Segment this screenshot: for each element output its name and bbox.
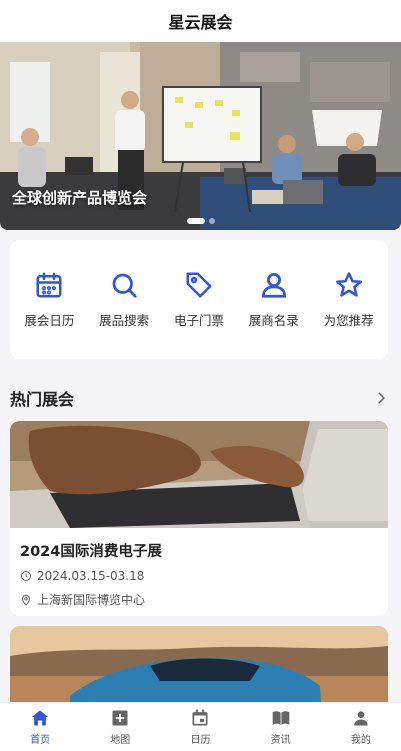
quick-item-recommend[interactable]: 为您推荐 bbox=[312, 270, 386, 329]
hot-exhibitions-header: 热门展会 bbox=[10, 384, 388, 412]
carousel-indicator bbox=[0, 218, 401, 224]
quick-item-label: 电子门票 bbox=[173, 313, 224, 328]
quick-item-search[interactable]: 展品搜索 bbox=[87, 270, 161, 329]
bottom-tab-bar: 首页 地图 日历 资讯 我的 bbox=[0, 702, 401, 751]
book-icon bbox=[272, 711, 289, 725]
exhibition-date-row: 2024.03.15-03.18 bbox=[20, 569, 378, 583]
tab-label: 资讯 bbox=[270, 735, 291, 746]
clock-icon bbox=[21, 571, 31, 581]
tab-map[interactable]: 地图 bbox=[90, 708, 150, 746]
exhibition-image bbox=[10, 421, 388, 528]
calendar-icon bbox=[36, 272, 62, 298]
tab-news[interactable]: 资讯 bbox=[251, 708, 311, 746]
tab-label: 地图 bbox=[110, 735, 131, 746]
exhibition-title: 2024国际消费电子展 bbox=[20, 544, 162, 560]
tab-label: 日历 bbox=[190, 735, 211, 746]
tab-calendar[interactable]: 日历 bbox=[170, 708, 230, 746]
quick-item-label: 展商名录 bbox=[248, 313, 299, 328]
quick-menu: 展会日历 展品搜索 电子门票 展商名录 为您推荐 bbox=[10, 240, 388, 359]
tab-profile[interactable]: 我的 bbox=[331, 708, 391, 746]
star-icon bbox=[335, 272, 362, 297]
home-icon bbox=[31, 710, 49, 726]
chevron-right-icon[interactable] bbox=[374, 391, 388, 405]
location-pin-icon bbox=[21, 594, 31, 606]
quick-item-ticket[interactable]: 电子门票 bbox=[162, 270, 236, 329]
user-icon bbox=[261, 273, 286, 298]
quick-item-exhibitors[interactable]: 展商名录 bbox=[237, 270, 311, 329]
exhibition-venue-row: 上海新国际博览中心 bbox=[20, 591, 378, 608]
exhibition-card[interactable]: 2024国际消费电子展 2024.03.15-03.18 上海新国际博览中心 bbox=[10, 421, 388, 616]
carousel-dot[interactable] bbox=[208, 218, 215, 224]
person-icon bbox=[354, 711, 368, 726]
app-title: 星云展会 bbox=[168, 13, 233, 32]
tab-home[interactable]: 首页 bbox=[10, 708, 70, 746]
section-title: 热门展会 bbox=[10, 390, 75, 409]
quick-item-calendar[interactable]: 展会日历 bbox=[12, 270, 86, 329]
banner-carousel[interactable]: 全球创新产品博览会 bbox=[0, 42, 401, 230]
exhibition-date: 2024.03.15-03.18 bbox=[37, 569, 145, 583]
top-navigation-bar: 星云展会 bbox=[0, 0, 401, 42]
tag-icon bbox=[186, 272, 212, 298]
tab-label: 首页 bbox=[30, 735, 51, 746]
quick-item-label: 为您推荐 bbox=[323, 313, 374, 328]
map-add-icon bbox=[112, 710, 128, 726]
tab-label: 我的 bbox=[350, 735, 371, 746]
banner-caption: 全球创新产品博览会 bbox=[12, 189, 148, 207]
app-screen: 星云展会 全球创新产品博览会 展会日历 展品搜索 电子门票 展商名录 为您推荐 … bbox=[0, 0, 401, 751]
quick-item-label: 展会日历 bbox=[24, 313, 75, 328]
quick-item-label: 展品搜索 bbox=[99, 313, 150, 328]
exhibition-venue: 上海新国际博览中心 bbox=[37, 593, 146, 607]
search-icon bbox=[112, 273, 137, 298]
carousel-dot[interactable] bbox=[186, 218, 205, 224]
calendar-icon bbox=[192, 709, 208, 726]
